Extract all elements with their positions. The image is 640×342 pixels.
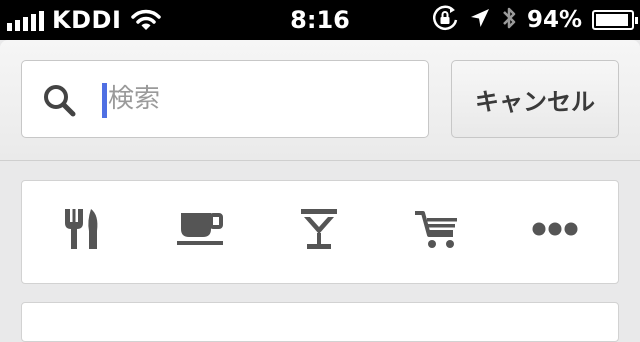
battery-percent: 94% xyxy=(526,7,582,33)
status-right: 94% xyxy=(431,0,638,40)
bluetooth-icon xyxy=(501,4,517,36)
search-icon xyxy=(42,83,78,123)
search-input[interactable] xyxy=(108,79,408,119)
status-bar: KDDI 8:16 94% xyxy=(0,0,640,40)
coffee-cup-icon xyxy=(175,209,227,253)
category-panel xyxy=(21,180,619,284)
search-box[interactable] xyxy=(21,60,429,138)
rotation-lock-icon xyxy=(431,4,459,36)
battery-icon xyxy=(592,10,638,30)
battery-fill xyxy=(596,14,628,26)
results-panel xyxy=(21,302,619,342)
cancel-button[interactable]: キャンセル xyxy=(451,60,619,138)
more-icon xyxy=(531,221,579,241)
shopping-cart-icon xyxy=(413,207,461,255)
category-restaurant-button[interactable] xyxy=(53,201,113,261)
cocktail-icon xyxy=(297,207,341,255)
category-more-button[interactable] xyxy=(525,201,585,261)
text-caret xyxy=(102,83,107,118)
location-arrow-icon xyxy=(469,7,491,33)
category-bar-button[interactable] xyxy=(289,201,349,261)
battery-nub xyxy=(635,17,638,24)
search-bar-area: キャンセル xyxy=(0,40,640,161)
category-cafe-button[interactable] xyxy=(171,201,231,261)
fork-knife-icon xyxy=(61,205,105,257)
category-shopping-button[interactable] xyxy=(407,201,467,261)
